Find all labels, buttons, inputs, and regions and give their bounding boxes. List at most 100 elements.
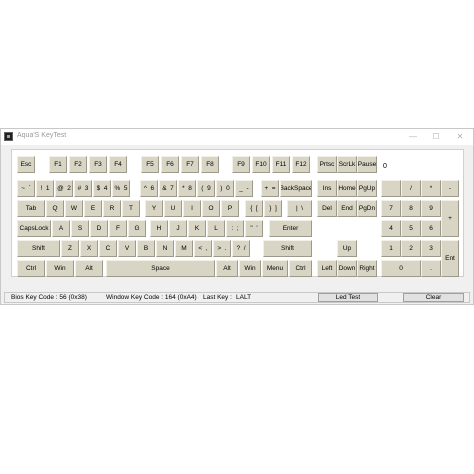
key-menu[interactable]: Menu <box>262 260 288 277</box>
key-f12[interactable]: F12 <box>292 156 310 173</box>
key-pgup[interactable]: PgUp <box>357 180 377 197</box>
key-num-4[interactable]: 4 <box>381 220 401 237</box>
key-end[interactable]: End <box>337 200 357 217</box>
key-f[interactable]: F <box>109 220 127 237</box>
key-quote[interactable]: " ' <box>245 220 263 237</box>
key-left-win[interactable]: Win <box>46 260 74 277</box>
maximize-button[interactable]: ☐ <box>428 131 444 143</box>
key-capslock[interactable]: CapsLock <box>17 220 51 237</box>
key-f3[interactable]: F3 <box>89 156 107 173</box>
key-m[interactable]: M <box>175 240 193 257</box>
key-1[interactable]: ! 1 <box>36 180 54 197</box>
key-num-8[interactable]: 8 <box>401 200 421 217</box>
key-f11[interactable]: F11 <box>272 156 290 173</box>
key-r[interactable]: R <box>103 200 121 217</box>
key-q[interactable]: Q <box>46 200 64 217</box>
key-home[interactable]: Home <box>337 180 357 197</box>
key-num-add[interactable]: + <box>441 200 459 237</box>
key-up[interactable]: Up <box>337 240 357 257</box>
key-0[interactable]: ) 0 <box>216 180 234 197</box>
key-left-bracket[interactable]: { [ <box>245 200 263 217</box>
key-slash[interactable]: ? / <box>232 240 250 257</box>
key-tilde[interactable]: ~ ` <box>17 180 35 197</box>
key-scrlk[interactable]: ScrLk <box>337 156 357 173</box>
key-h[interactable]: H <box>150 220 168 237</box>
key-num-multiply[interactable]: * <box>421 180 441 197</box>
key-right-ctrl[interactable]: Ctrl <box>289 260 312 277</box>
key-w[interactable]: W <box>65 200 83 217</box>
key-esc[interactable]: Esc <box>17 156 35 173</box>
key-u[interactable]: U <box>164 200 182 217</box>
key-e[interactable]: E <box>84 200 102 217</box>
key-num-0[interactable]: 0 <box>381 260 421 277</box>
key-left-alt[interactable]: Alt <box>75 260 103 277</box>
key-tab[interactable]: Tab <box>17 200 45 217</box>
key-num-9[interactable]: 9 <box>421 200 441 217</box>
key-pause[interactable]: Pause <box>357 156 377 173</box>
key-p[interactable]: P <box>221 200 239 217</box>
key-a[interactable]: A <box>52 220 70 237</box>
key-num-3[interactable]: 3 <box>421 240 441 257</box>
key-num-divide[interactable]: / <box>401 180 421 197</box>
key-9[interactable]: ( 9 <box>197 180 215 197</box>
key-num-decimal[interactable]: . <box>421 260 441 277</box>
key-ins[interactable]: Ins <box>317 180 337 197</box>
key-comma[interactable]: < , <box>194 240 212 257</box>
key-num-7[interactable]: 7 <box>381 200 401 217</box>
key-num-6[interactable]: 6 <box>421 220 441 237</box>
key-y[interactable]: Y <box>145 200 163 217</box>
key-minus[interactable]: _ - <box>235 180 253 197</box>
key-num-5[interactable]: 5 <box>401 220 421 237</box>
key-t[interactable]: T <box>122 200 140 217</box>
key-right-alt[interactable]: Alt <box>216 260 238 277</box>
key-l[interactable]: L <box>207 220 225 237</box>
key-num-enter[interactable]: Ent <box>441 240 459 277</box>
key-pgdn[interactable]: PgDn <box>357 200 377 217</box>
key-f8[interactable]: F8 <box>201 156 219 173</box>
key-3[interactable]: # 3 <box>74 180 92 197</box>
key-f10[interactable]: F10 <box>252 156 270 173</box>
key-j[interactable]: J <box>169 220 187 237</box>
key-semicolon[interactable]: : ; <box>226 220 244 237</box>
key-num-subtract[interactable]: - <box>441 180 459 197</box>
key-right-bracket[interactable]: } ] <box>264 200 282 217</box>
key-6[interactable]: ^ 6 <box>140 180 158 197</box>
key-n[interactable]: N <box>156 240 174 257</box>
key-f5[interactable]: F5 <box>141 156 159 173</box>
key-o[interactable]: O <box>202 200 220 217</box>
key-g[interactable]: G <box>128 220 146 237</box>
key-down[interactable]: Down <box>337 260 357 277</box>
key-x[interactable]: X <box>80 240 98 257</box>
clear-button[interactable]: Clear <box>403 293 464 302</box>
key-8[interactable]: * 8 <box>178 180 196 197</box>
key-prtsc[interactable]: Prtsc <box>317 156 337 173</box>
key-s[interactable]: S <box>71 220 89 237</box>
key-f1[interactable]: F1 <box>49 156 67 173</box>
key-c[interactable]: C <box>99 240 117 257</box>
key-right[interactable]: Right <box>357 260 377 277</box>
key-space[interactable]: Space <box>106 260 215 277</box>
key-period[interactable]: > . <box>213 240 231 257</box>
key-f6[interactable]: F6 <box>161 156 179 173</box>
minimize-button[interactable]: — <box>405 131 421 143</box>
key-7[interactable]: & 7 <box>159 180 177 197</box>
key-left-ctrl[interactable]: Ctrl <box>17 260 45 277</box>
key-left[interactable]: Left <box>317 260 337 277</box>
key-right-shift[interactable]: Shift <box>263 240 312 257</box>
key-backspace[interactable]: BackSpace <box>280 180 312 197</box>
key-4[interactable]: $ 4 <box>93 180 111 197</box>
key-d[interactable]: D <box>90 220 108 237</box>
key-f7[interactable]: F7 <box>181 156 199 173</box>
key-f9[interactable]: F9 <box>232 156 250 173</box>
key-k[interactable]: K <box>188 220 206 237</box>
key-del[interactable]: Del <box>317 200 337 217</box>
key-i[interactable]: I <box>183 200 201 217</box>
key-5[interactable]: % 5 <box>112 180 130 197</box>
key-z[interactable]: Z <box>61 240 79 257</box>
close-button[interactable]: ✕ <box>452 131 468 143</box>
key-f4[interactable]: F4 <box>109 156 127 173</box>
key-left-shift[interactable]: Shift <box>17 240 60 257</box>
key-v[interactable]: V <box>118 240 136 257</box>
key-right-win[interactable]: Win <box>239 260 261 277</box>
key-backslash[interactable]: | \ <box>287 200 312 217</box>
